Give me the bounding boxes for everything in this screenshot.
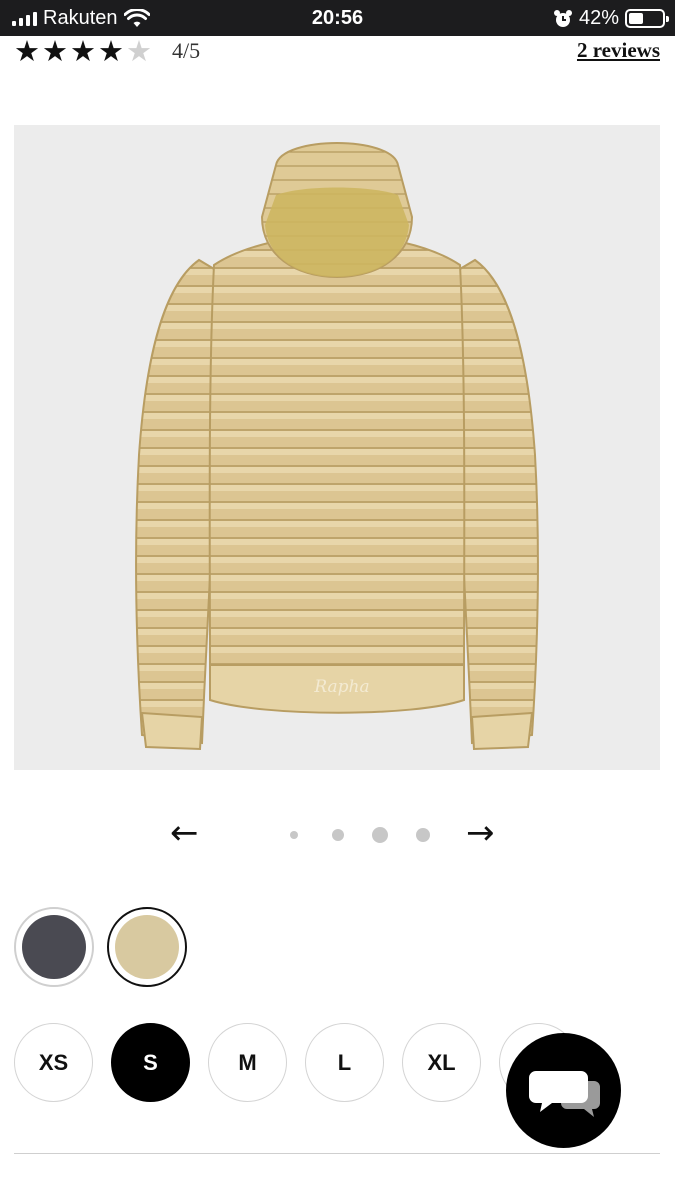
size-m-button[interactable]: M (208, 1023, 287, 1102)
arrow-left-icon[interactable]: ← (170, 816, 199, 850)
size-label: S (143, 1049, 158, 1075)
arrow-right-icon[interactable]: → (466, 816, 495, 850)
divider (14, 1153, 660, 1154)
swatch-fill (115, 915, 179, 979)
size-xs-button[interactable]: XS (14, 1023, 93, 1102)
carousel-dot[interactable] (332, 829, 344, 841)
star-filled-icon: ★ (42, 34, 68, 68)
carousel-dot-active[interactable] (372, 827, 388, 843)
star-empty-icon: ★ (126, 34, 152, 68)
brand-logo: Rapha (313, 677, 369, 697)
size-label: L (337, 1049, 352, 1075)
star-filled-icon: ★ (98, 34, 124, 68)
size-l-button[interactable]: L (305, 1023, 384, 1102)
size-label: M (238, 1049, 257, 1075)
battery-icon (625, 9, 669, 28)
size-s-button[interactable]: S (111, 1023, 190, 1102)
swatch-fill (22, 915, 86, 979)
rating-row: ★ ★ ★ ★ ★ 4/5 2 reviews (14, 36, 660, 68)
product-image[interactable]: Rapha (14, 125, 660, 770)
carousel-nav: ← → (0, 810, 675, 860)
color-swatch-sand[interactable] (107, 907, 187, 987)
star-filled-icon: ★ (70, 34, 96, 68)
jacket-image: Rapha (135, 141, 539, 751)
color-swatch-charcoal[interactable] (14, 907, 94, 987)
reviews-link[interactable]: 2 reviews (577, 38, 660, 63)
chat-button[interactable] (506, 1033, 621, 1148)
status-right: 42% (553, 7, 669, 30)
size-label: XS (38, 1049, 69, 1075)
size-xl-button[interactable]: XL (402, 1023, 481, 1102)
alarm-icon (553, 9, 572, 27)
star-filled-icon: ★ (14, 34, 40, 68)
carousel-dot[interactable] (290, 831, 298, 839)
battery-percent: 42% (578, 7, 619, 29)
rating-score: 4/5 (172, 38, 201, 63)
chat-bubbles-icon (529, 1071, 600, 1117)
rating-stars: ★ ★ ★ ★ ★ (14, 36, 152, 66)
carousel-dot[interactable] (416, 828, 430, 842)
status-bar: Rakuten 20:56 42% (0, 0, 675, 36)
size-label: XL (427, 1049, 456, 1075)
